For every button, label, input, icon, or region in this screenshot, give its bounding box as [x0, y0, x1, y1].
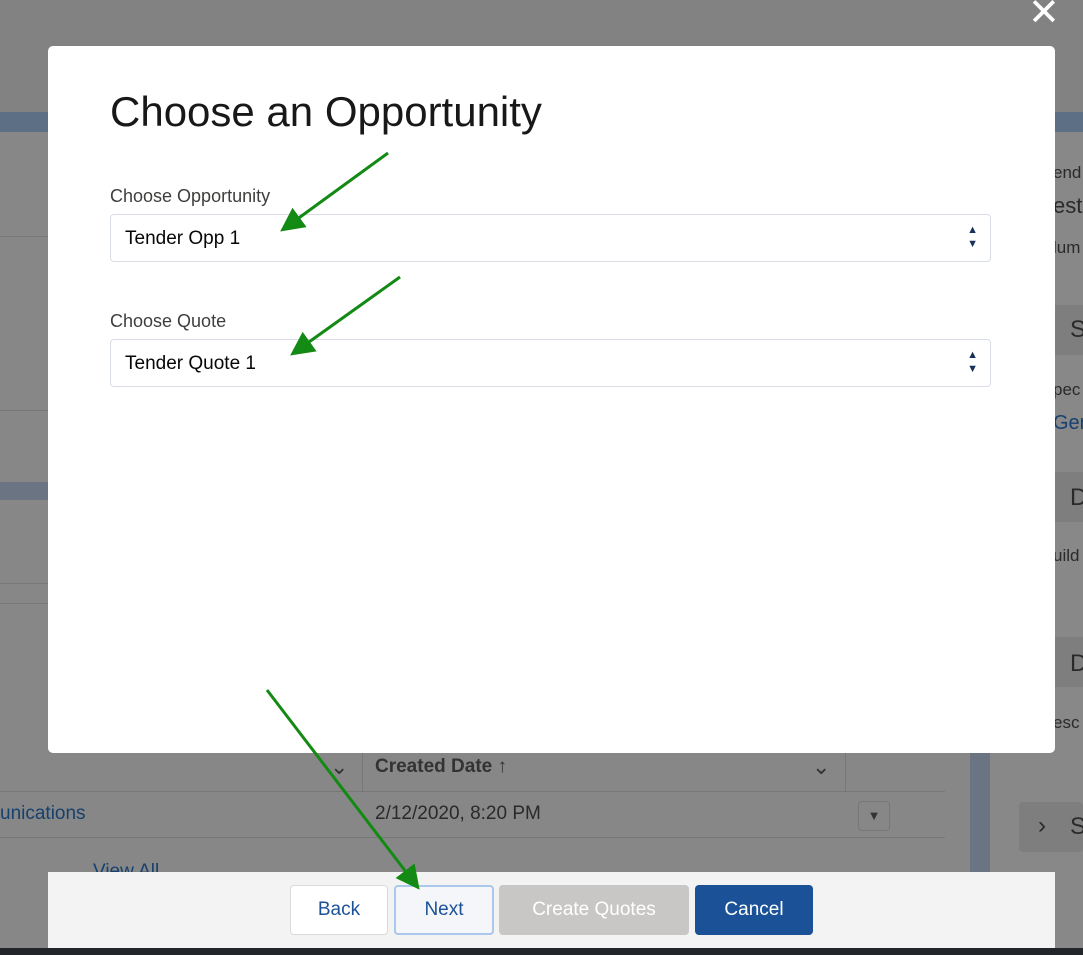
arrow-to-next — [265, 689, 420, 890]
annotation-arrows — [265, 151, 420, 890]
arrow-to-opportunity — [280, 151, 389, 232]
arrow-to-quote — [290, 275, 401, 356]
